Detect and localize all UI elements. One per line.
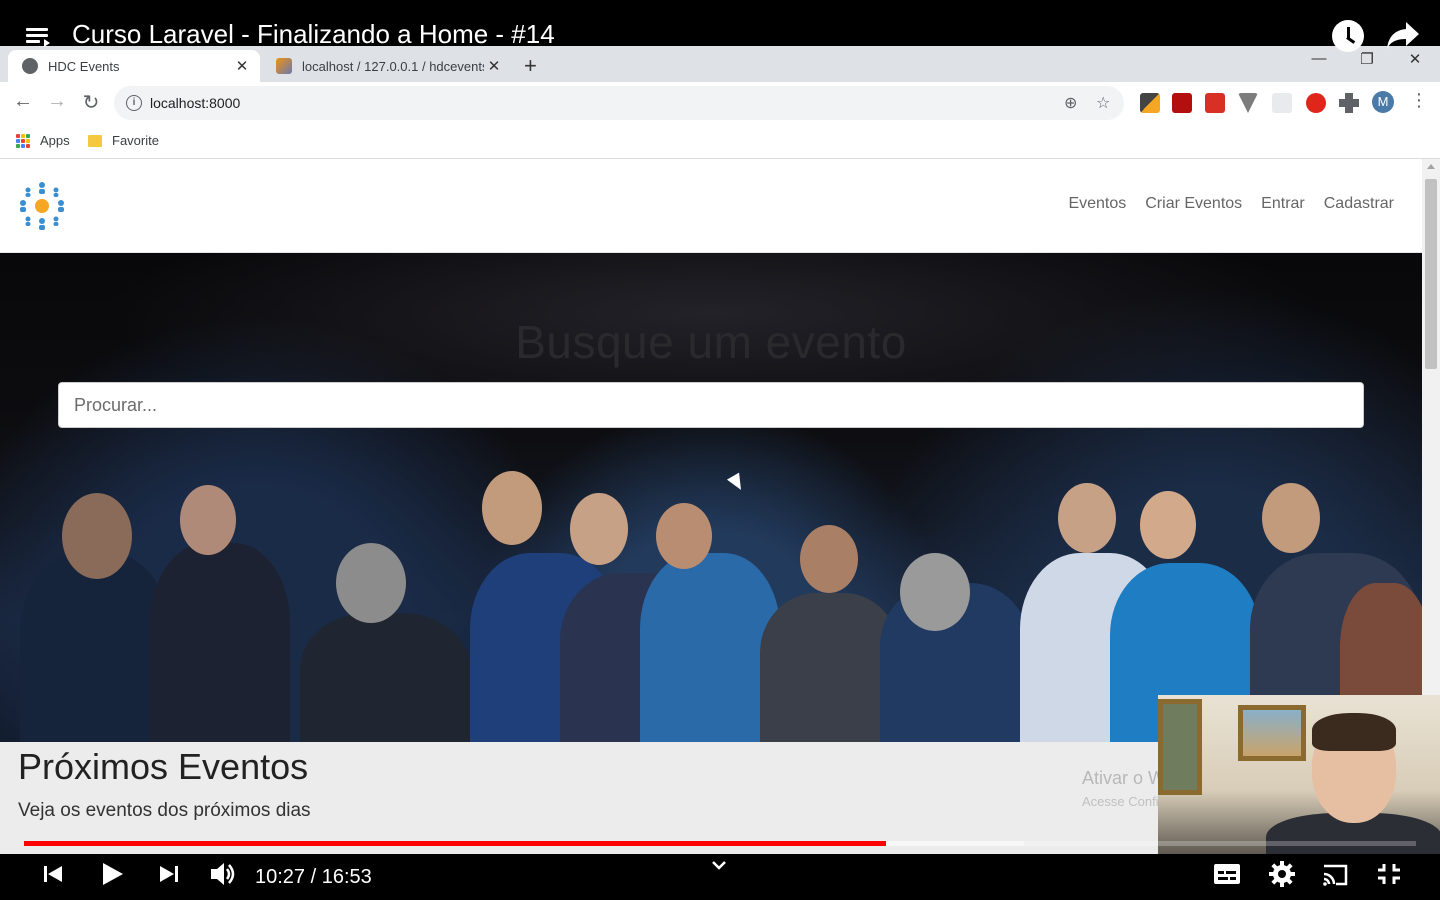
folder-icon bbox=[88, 134, 102, 147]
tab-title: localhost / 127.0.0.1 / hdcevents bbox=[302, 58, 484, 74]
event-search-input[interactable] bbox=[58, 382, 1364, 428]
bookmark-label: Favorite bbox=[112, 133, 159, 148]
search-hero: Busque um evento bbox=[0, 253, 1422, 742]
back-icon[interactable]: ← bbox=[10, 90, 36, 113]
chevron-down-icon[interactable] bbox=[709, 856, 729, 876]
nav-cadastrar[interactable]: Cadastrar bbox=[1324, 195, 1394, 213]
new-tab-icon[interactable]: + bbox=[524, 53, 537, 79]
extension-pdf-icon[interactable] bbox=[1172, 93, 1192, 113]
next-icon[interactable] bbox=[156, 854, 182, 900]
tab-hdc-events[interactable]: HDC Events ✕ bbox=[8, 50, 260, 82]
playlist-menu-icon[interactable] bbox=[26, 22, 52, 47]
tab-phpmyadmin[interactable]: localhost / 127.0.0.1 / hdcevents ✕ bbox=[262, 50, 512, 82]
site-navbar: Eventos Criar Eventos Entrar Cadastrar bbox=[0, 159, 1422, 253]
volume-icon[interactable] bbox=[208, 854, 238, 900]
mouse-cursor-icon bbox=[726, 472, 748, 494]
scroll-up-arrow[interactable] bbox=[1427, 164, 1435, 169]
bookmark-star-icon[interactable]: ☆ bbox=[1096, 93, 1110, 113]
webcam-overlay bbox=[1158, 695, 1440, 854]
cast-icon[interactable] bbox=[1320, 854, 1350, 900]
restore-icon[interactable]: ❐ bbox=[1352, 50, 1382, 68]
extension-devtools-icon[interactable] bbox=[1140, 93, 1160, 113]
tab-title: HDC Events bbox=[48, 58, 120, 74]
minimize-icon[interactable]: — bbox=[1304, 50, 1334, 67]
extension-cors-icon[interactable] bbox=[1205, 93, 1225, 113]
globe-icon bbox=[22, 58, 38, 74]
settings-gear-icon[interactable] bbox=[1268, 854, 1296, 900]
site-info-icon[interactable]: i bbox=[126, 95, 142, 111]
profile-avatar[interactable]: M bbox=[1372, 91, 1394, 113]
reload-icon[interactable]: ↻ bbox=[78, 90, 104, 115]
scroll-thumb[interactable] bbox=[1425, 179, 1437, 369]
bookmark-label: Apps bbox=[40, 133, 70, 148]
bookmark-favorite[interactable]: Favorite bbox=[88, 133, 159, 148]
browser-window: HDC Events ✕ localhost / 127.0.0.1 / hdc… bbox=[0, 46, 1440, 159]
youtube-header: Curso Laravel - Finalizando a Home - #14 bbox=[0, 0, 1440, 52]
bookmark-apps[interactable]: Apps bbox=[16, 133, 70, 148]
hero-title: Busque um evento bbox=[515, 316, 907, 368]
phpmyadmin-icon bbox=[276, 58, 292, 74]
section-subtitle: Veja os eventos dos próximos dias bbox=[18, 800, 311, 821]
forward-icon[interactable]: → bbox=[44, 90, 70, 113]
nav-criar-eventos[interactable]: Criar Eventos bbox=[1145, 195, 1242, 213]
wall-painting bbox=[1238, 705, 1306, 761]
nav-entrar[interactable]: Entrar bbox=[1261, 195, 1305, 213]
progress-played[interactable] bbox=[24, 841, 886, 846]
video-frame: Curso Laravel - Finalizando a Home - #14… bbox=[0, 0, 1440, 900]
close-tab-icon[interactable]: ✕ bbox=[484, 57, 504, 75]
close-tab-icon[interactable]: ✕ bbox=[232, 57, 252, 75]
browser-menu-icon[interactable]: ⋮ bbox=[1410, 90, 1428, 111]
section-title: Próximos Eventos bbox=[18, 746, 309, 787]
bookmarks-bar: Apps Favorite bbox=[0, 124, 1440, 159]
time-display: 10:27 / 16:53 bbox=[255, 866, 372, 888]
extension-opera-icon[interactable] bbox=[1306, 93, 1326, 113]
hdc-logo-icon[interactable] bbox=[18, 181, 66, 231]
nav-links: Eventos Criar Eventos Entrar Cadastrar bbox=[1068, 195, 1394, 213]
zoom-icon[interactable]: ⊕ bbox=[1064, 93, 1077, 113]
close-window-icon[interactable]: ✕ bbox=[1400, 50, 1430, 68]
address-bar[interactable]: i localhost:8000 ⊕ ☆ bbox=[114, 86, 1124, 120]
wall-painting bbox=[1158, 699, 1202, 795]
tab-strip: HDC Events ✕ localhost / 127.0.0.1 / hdc… bbox=[0, 46, 1440, 82]
apps-grid-icon bbox=[16, 133, 30, 148]
exit-fullscreen-icon[interactable] bbox=[1374, 854, 1404, 900]
nav-eventos[interactable]: Eventos bbox=[1068, 195, 1126, 213]
player-controls: 10:27 / 16:53 bbox=[0, 854, 1440, 900]
watch-later-icon[interactable] bbox=[1332, 20, 1364, 52]
previous-icon[interactable] bbox=[40, 854, 66, 900]
play-icon[interactable] bbox=[98, 854, 126, 900]
extension-blank-icon[interactable] bbox=[1272, 93, 1292, 113]
share-icon[interactable] bbox=[1386, 20, 1420, 50]
url-text[interactable]: localhost:8000 bbox=[150, 95, 240, 111]
presenter-hair bbox=[1312, 713, 1396, 751]
subtitles-icon[interactable] bbox=[1212, 854, 1242, 900]
video-title[interactable]: Curso Laravel - Finalizando a Home - #14 bbox=[72, 17, 555, 51]
